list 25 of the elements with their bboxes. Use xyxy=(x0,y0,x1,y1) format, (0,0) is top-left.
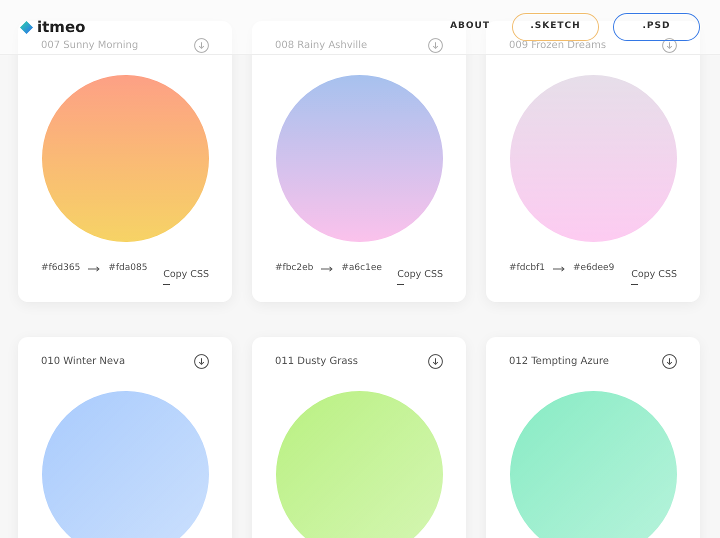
arrow-icon xyxy=(88,266,100,272)
download-icon[interactable] xyxy=(662,354,677,369)
copy-css-link[interactable]: Copy CSS xyxy=(631,268,677,285)
gradient-name: 008 Rainy Ashville xyxy=(275,39,368,53)
logo-text[interactable]: itmeo xyxy=(37,16,86,38)
end-color-code: #e6dee9 xyxy=(572,262,614,275)
arrow-icon xyxy=(552,266,565,272)
start-color-code: #fdcbf1 xyxy=(509,262,545,275)
start-color-code: #fbc2eb xyxy=(275,262,314,275)
gradient-name: 011 Dusty Grass xyxy=(275,355,358,369)
arrow-icon xyxy=(321,266,334,272)
about-link[interactable]: ABOUT xyxy=(450,20,490,34)
download-icon[interactable] xyxy=(662,38,677,53)
download-icon[interactable] xyxy=(428,354,443,369)
gradient-name: 010 Winter Neva xyxy=(41,355,126,369)
gradient-name: 007 Sunny Morning xyxy=(41,39,138,53)
logo-icon xyxy=(20,20,33,34)
download-icon[interactable] xyxy=(194,354,209,369)
gradient-name: 009 Frozen Dreams xyxy=(509,39,606,53)
copy-css-link[interactable]: Copy CSS xyxy=(397,268,443,285)
end-color-code: #fda085 xyxy=(108,262,148,275)
start-color-code: #f6d365 xyxy=(41,262,80,275)
end-color-code: #a6c1ee xyxy=(341,262,382,275)
gradient-name: 012 Tempting Azure xyxy=(509,355,609,369)
copy-css-link[interactable]: Copy CSS xyxy=(163,268,209,285)
